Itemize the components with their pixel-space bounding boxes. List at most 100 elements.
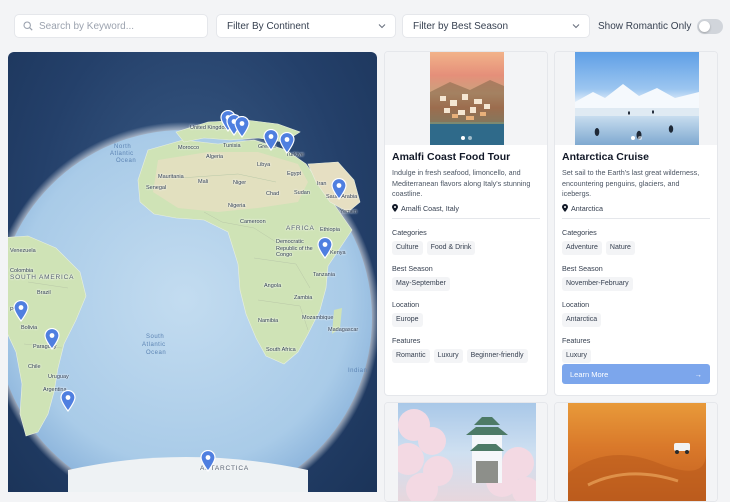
- map-pin-icon[interactable]: [60, 390, 76, 412]
- learn-more-label: Learn More: [570, 369, 609, 379]
- map-label: South Africa: [266, 347, 296, 353]
- map-label: Yemen: [340, 209, 357, 215]
- map-label: SOUTH AMERICA: [10, 274, 75, 281]
- map-label: Venezuela: [10, 248, 36, 254]
- season-tags: May-September: [392, 276, 540, 291]
- card-image-carousel[interactable]: [385, 403, 547, 501]
- continent-filter[interactable]: Filter By Continent: [216, 14, 396, 38]
- map-label: Bolivia: [21, 325, 38, 331]
- map-label: Chad: [266, 191, 280, 197]
- section-label: Best Season: [392, 263, 433, 273]
- map-label: Atlantic: [110, 151, 134, 157]
- map-label: Tanzania: [313, 272, 336, 278]
- map-label: Libya: [257, 162, 271, 168]
- map-pin-icon[interactable]: [234, 116, 250, 138]
- feature-tag[interactable]: Luxury: [562, 348, 592, 363]
- arrow-right-icon: →: [694, 369, 703, 379]
- desert-photo-graphic: [568, 443, 706, 501]
- feature-tag[interactable]: Beginner-friendly: [466, 348, 528, 363]
- map-label: Tunisia: [223, 143, 241, 149]
- map-pin-icon[interactable]: [13, 300, 29, 322]
- map-label: Mali: [198, 179, 209, 185]
- experience-card[interactable]: [384, 402, 548, 502]
- feature-tag[interactable]: Luxury: [433, 348, 463, 363]
- map-label: Sudan: [294, 190, 310, 196]
- map-label: South: [146, 334, 165, 340]
- search-box[interactable]: [14, 14, 208, 38]
- app-frame: Filter By Continent Filter by Best Seaso…: [0, 0, 730, 502]
- search-icon: [23, 21, 33, 31]
- season-tag[interactable]: November-February: [562, 276, 633, 291]
- card-title[interactable]: Amalfi Coast Food Tour: [392, 151, 540, 163]
- map-label: Niger: [233, 180, 247, 186]
- season-tag[interactable]: May-September: [392, 276, 450, 291]
- location-tag[interactable]: Europe: [392, 312, 423, 327]
- map-pin-icon[interactable]: [200, 450, 216, 472]
- amalfi-photo-graphic: [430, 80, 504, 145]
- map-pin-icon[interactable]: [263, 129, 279, 151]
- card-image-carousel[interactable]: [555, 52, 717, 145]
- map-pin-icon[interactable]: [279, 132, 295, 154]
- card-title[interactable]: Antarctica Cruise: [562, 151, 710, 163]
- map-label: Egypt: [287, 171, 302, 177]
- season-filter[interactable]: Filter by Best Season: [402, 14, 590, 38]
- carousel-dots[interactable]: [385, 136, 547, 140]
- map-label: Mauritania: [158, 174, 184, 180]
- map-label: Ethiopia: [320, 227, 340, 233]
- experience-card[interactable]: [554, 402, 718, 502]
- map-pin-icon[interactable]: [44, 328, 60, 350]
- location-tags: Europe: [392, 312, 540, 327]
- world-map[interactable]: North Atlantic Ocean South Atlantic Ocea…: [8, 52, 377, 492]
- experience-card[interactable]: Antarctica Cruise Set sail to the Earth'…: [554, 51, 718, 396]
- card-photo: [430, 52, 504, 145]
- search-input[interactable]: [39, 20, 199, 32]
- map-label: Ocean: [146, 350, 167, 356]
- map-label: Ocean: [116, 158, 137, 164]
- section-label: Location: [562, 299, 590, 309]
- map-label: Zambia: [294, 295, 313, 301]
- category-tag[interactable]: Food & Drink: [426, 240, 476, 255]
- season-tags: November-February: [562, 276, 710, 291]
- map-pin-icon[interactable]: [331, 178, 347, 200]
- location-tag[interactable]: Antarctica: [562, 312, 602, 327]
- map-label: Mozambique: [302, 315, 334, 321]
- map-label: Iran: [317, 181, 327, 187]
- card-photo: [575, 52, 699, 145]
- feature-tags: Romantic Luxury Beginner-friendly: [392, 348, 540, 363]
- section-label: Best Season: [562, 263, 603, 273]
- map-pin-icon[interactable]: [317, 237, 333, 259]
- card-photo: [568, 403, 706, 501]
- feature-tag[interactable]: Romantic: [392, 348, 430, 363]
- location-tags: Antarctica: [562, 312, 710, 327]
- category-tag[interactable]: Culture: [392, 240, 423, 255]
- category-tag[interactable]: Adventure: [562, 240, 602, 255]
- feature-tags: Luxury: [562, 348, 710, 363]
- map-label: Chile: [28, 364, 41, 370]
- learn-more-button[interactable]: Learn More →: [562, 364, 710, 384]
- map-label: Namibia: [258, 318, 279, 324]
- divider: [392, 217, 540, 219]
- location-pin-icon: [392, 204, 398, 212]
- map-label: Senegal: [146, 185, 167, 191]
- romantic-toggle-label: Show Romantic Only: [598, 20, 692, 32]
- map-label: Indian: [348, 368, 368, 374]
- romantic-toggle[interactable]: [697, 18, 724, 34]
- card-image-carousel[interactable]: [385, 52, 547, 145]
- location-pin-icon: [562, 204, 568, 212]
- category-tag[interactable]: Nature: [605, 240, 635, 255]
- map-label: Algeria: [206, 154, 224, 160]
- map-label: Democratic Republic of the Congo: [276, 239, 313, 258]
- section-label: Categories: [562, 227, 597, 237]
- section-label: Features: [562, 335, 591, 345]
- card-image-carousel[interactable]: [555, 403, 717, 501]
- toggle-knob: [699, 20, 711, 32]
- chevron-down-icon: [572, 24, 580, 29]
- map-label: Atlantic: [142, 342, 166, 348]
- map-label: AFRICA: [286, 225, 315, 232]
- card-location-text: Antarctica: [571, 203, 603, 213]
- chevron-down-icon: [378, 24, 386, 29]
- divider: [562, 217, 710, 219]
- season-filter-label: Filter by Best Season: [413, 20, 509, 32]
- carousel-dots[interactable]: [555, 136, 717, 140]
- experience-card[interactable]: Amalfi Coast Food Tour Indulge in fresh …: [384, 51, 548, 396]
